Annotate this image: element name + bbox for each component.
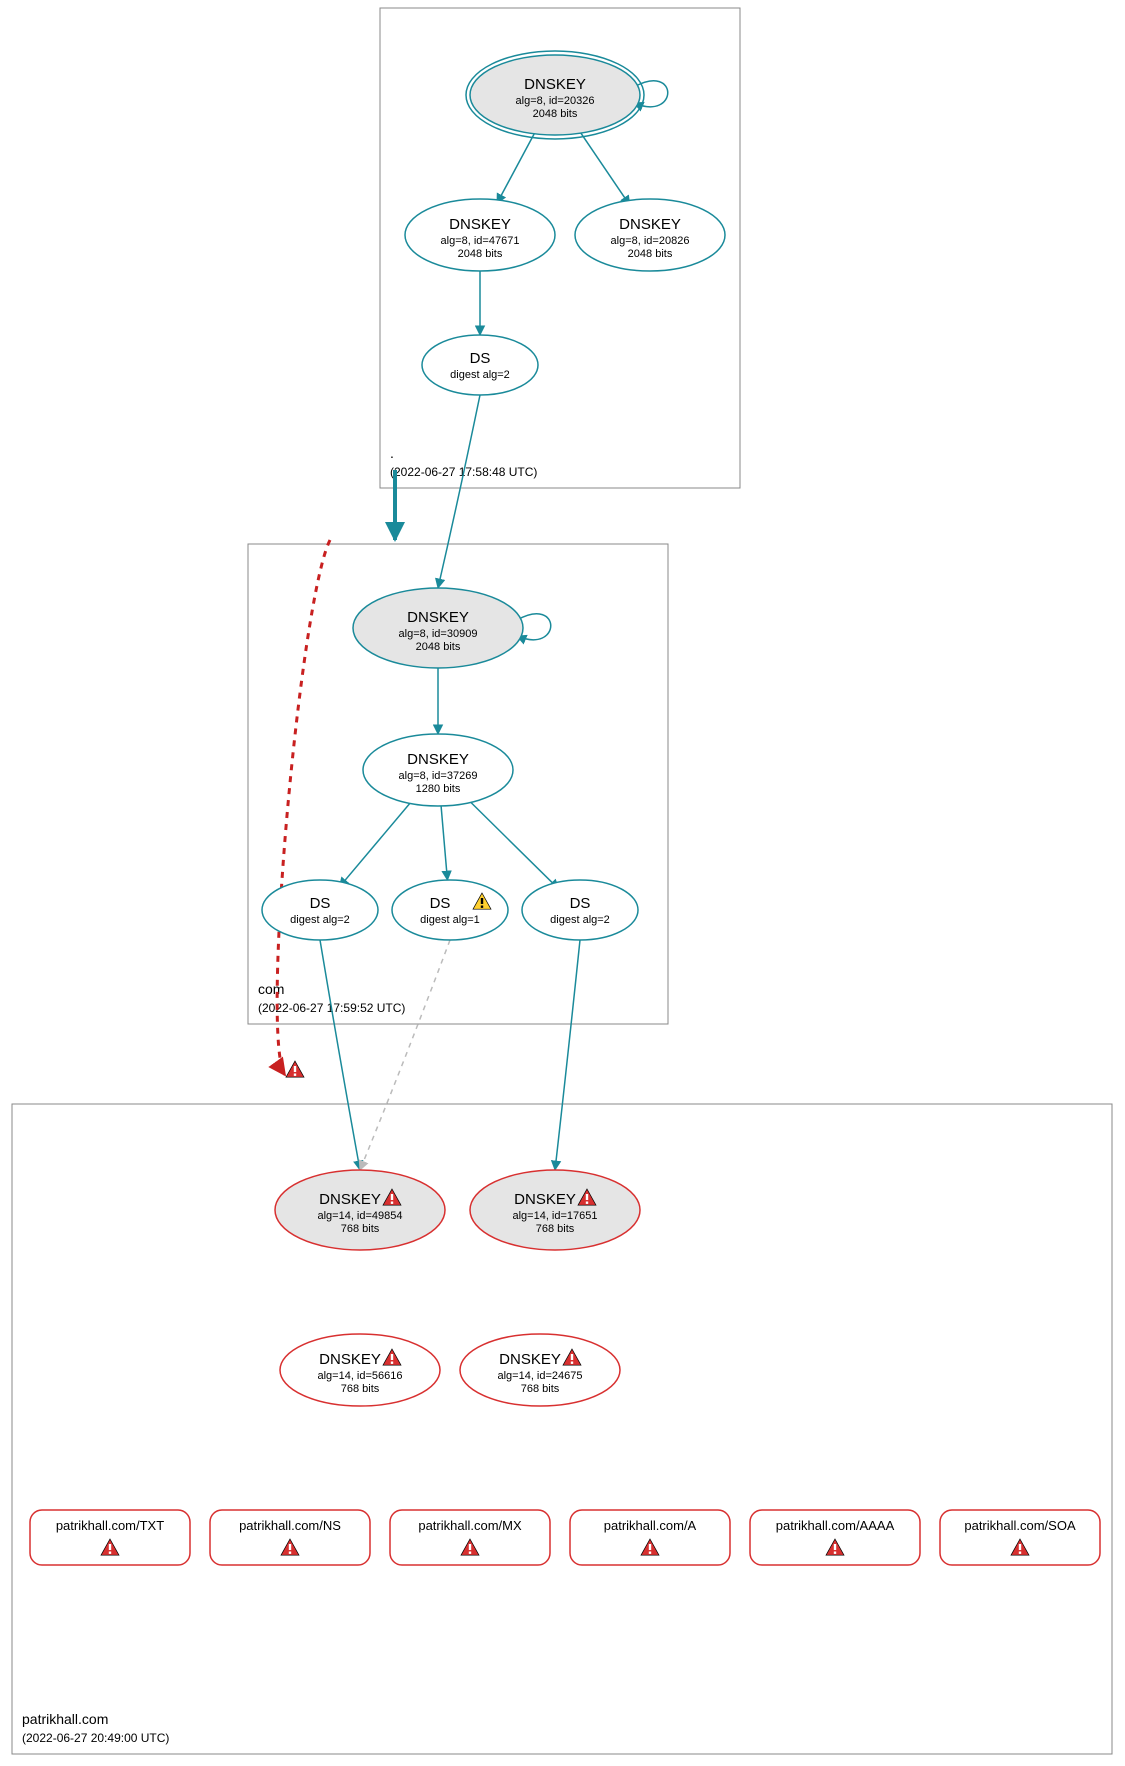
- rrset-box[interactable]: patrikhall.com/MX: [390, 1510, 550, 1565]
- zone-label-root: .: [390, 445, 394, 461]
- node-root_ksk[interactable]: DNSKEY alg=8, id=203262048 bits: [466, 51, 644, 139]
- node-root_ds[interactable]: DS digest alg=2: [422, 335, 538, 395]
- node-sub2: 768 bits: [341, 1223, 380, 1235]
- node-sub1: alg=14, id=17651: [512, 1210, 597, 1222]
- node-title: DS: [470, 350, 491, 367]
- node-title: DS: [430, 895, 451, 912]
- rrset-label: patrikhall.com/SOA: [964, 1518, 1076, 1533]
- rrset-label: patrikhall.com/A: [604, 1518, 697, 1533]
- node-title: DNSKEY: [524, 76, 586, 93]
- node-title: DNSKEY: [407, 609, 469, 626]
- edge-com_zsk-com_ds3: [464, 795, 559, 889]
- rrset-label: patrikhall.com/NS: [239, 1518, 341, 1533]
- node-sub1: digest alg=2: [450, 369, 510, 381]
- node-com_ds2[interactable]: DS digest alg=1: [392, 880, 508, 940]
- node-sub1: alg=8, id=20826: [611, 235, 690, 247]
- edge-com_ds1-leaf_ksk1: [320, 940, 360, 1170]
- node-com_ds1[interactable]: DS digest alg=2: [262, 880, 378, 940]
- node-sub1: alg=14, id=49854: [317, 1210, 402, 1222]
- node-sub1: alg=8, id=37269: [399, 770, 478, 782]
- node-sub1: digest alg=1: [420, 914, 480, 926]
- node-title: DNSKEY: [319, 1191, 381, 1208]
- rrset-box[interactable]: patrikhall.com/TXT: [30, 1510, 190, 1565]
- node-sub2: 1280 bits: [416, 783, 461, 795]
- dnssec-diagram: .(2022-06-27 17:58:48 UTC)com(2022-06-27…: [0, 0, 1125, 1766]
- edge-root_ds-com_ksk: [438, 395, 480, 588]
- node-sub1: alg=14, id=56616: [317, 1370, 402, 1382]
- node-title: DS: [310, 895, 331, 912]
- node-sub2: 2048 bits: [533, 108, 578, 120]
- warning-icon: [286, 1061, 304, 1077]
- edge-root_ksk-root_zsk1: [497, 130, 536, 203]
- node-title: DNSKEY: [319, 1351, 381, 1368]
- node-sub2: 768 bits: [341, 1383, 380, 1395]
- node-sub1: digest alg=2: [290, 914, 350, 926]
- rrset-box[interactable]: patrikhall.com/A: [570, 1510, 730, 1565]
- node-sub2: 768 bits: [536, 1223, 575, 1235]
- node-sub2: 2048 bits: [416, 641, 461, 653]
- node-com_zsk[interactable]: DNSKEY alg=8, id=372691280 bits: [363, 734, 513, 806]
- rrset-label: patrikhall.com/MX: [418, 1518, 522, 1533]
- node-sub2: 2048 bits: [458, 248, 503, 260]
- node-sub1: alg=14, id=24675: [497, 1370, 582, 1382]
- node-leaf_zsk1[interactable]: DNSKEY alg=14, id=56616768 bits: [280, 1334, 440, 1406]
- node-title: DNSKEY: [449, 216, 511, 233]
- node-title: DS: [570, 895, 591, 912]
- node-leaf_ksk1[interactable]: DNSKEY alg=14, id=49854768 bits: [275, 1170, 445, 1250]
- node-sub2: 768 bits: [521, 1383, 560, 1395]
- node-com_ds3[interactable]: DS digest alg=2: [522, 880, 638, 940]
- edge-com_ds2-leaf_ksk1: [360, 940, 450, 1170]
- node-sub1: alg=8, id=47671: [441, 235, 520, 247]
- node-leaf_ksk2[interactable]: DNSKEY alg=14, id=17651768 bits: [470, 1170, 640, 1250]
- node-root_zsk2[interactable]: DNSKEY alg=8, id=208262048 bits: [575, 199, 725, 271]
- node-sub1: digest alg=2: [550, 914, 610, 926]
- rrset-box[interactable]: patrikhall.com/AAAA: [750, 1510, 920, 1565]
- edge-root_ksk-root_zsk2: [577, 128, 629, 205]
- node-sub2: 2048 bits: [628, 248, 673, 260]
- node-root_zsk1[interactable]: DNSKEY alg=8, id=476712048 bits: [405, 199, 555, 271]
- node-title: DNSKEY: [619, 216, 681, 233]
- rrset-box[interactable]: patrikhall.com/SOA: [940, 1510, 1100, 1565]
- rrset-label: patrikhall.com/TXT: [56, 1518, 164, 1533]
- zone-label-leaf: patrikhall.com: [22, 1711, 108, 1727]
- zone-timestamp-leaf: (2022-06-27 20:49:00 UTC): [22, 1731, 169, 1745]
- node-sub1: alg=8, id=20326: [516, 95, 595, 107]
- edge-com_zsk-com_ds2: [441, 806, 447, 880]
- edge-com_zsk-com_ds1: [339, 798, 414, 888]
- delegation-arrow-error: [277, 540, 330, 1075]
- node-sub1: alg=8, id=30909: [399, 628, 478, 640]
- node-title: DNSKEY: [514, 1191, 576, 1208]
- rrset-box[interactable]: patrikhall.com/NS: [210, 1510, 370, 1565]
- node-com_ksk[interactable]: DNSKEY alg=8, id=309092048 bits: [353, 588, 523, 668]
- zone-label-com: com: [258, 981, 284, 997]
- rrset-label: patrikhall.com/AAAA: [776, 1518, 895, 1533]
- edge-com_ds3-leaf_ksk2: [555, 940, 580, 1170]
- node-leaf_zsk2[interactable]: DNSKEY alg=14, id=24675768 bits: [460, 1334, 620, 1406]
- node-title: DNSKEY: [407, 751, 469, 768]
- node-title: DNSKEY: [499, 1351, 561, 1368]
